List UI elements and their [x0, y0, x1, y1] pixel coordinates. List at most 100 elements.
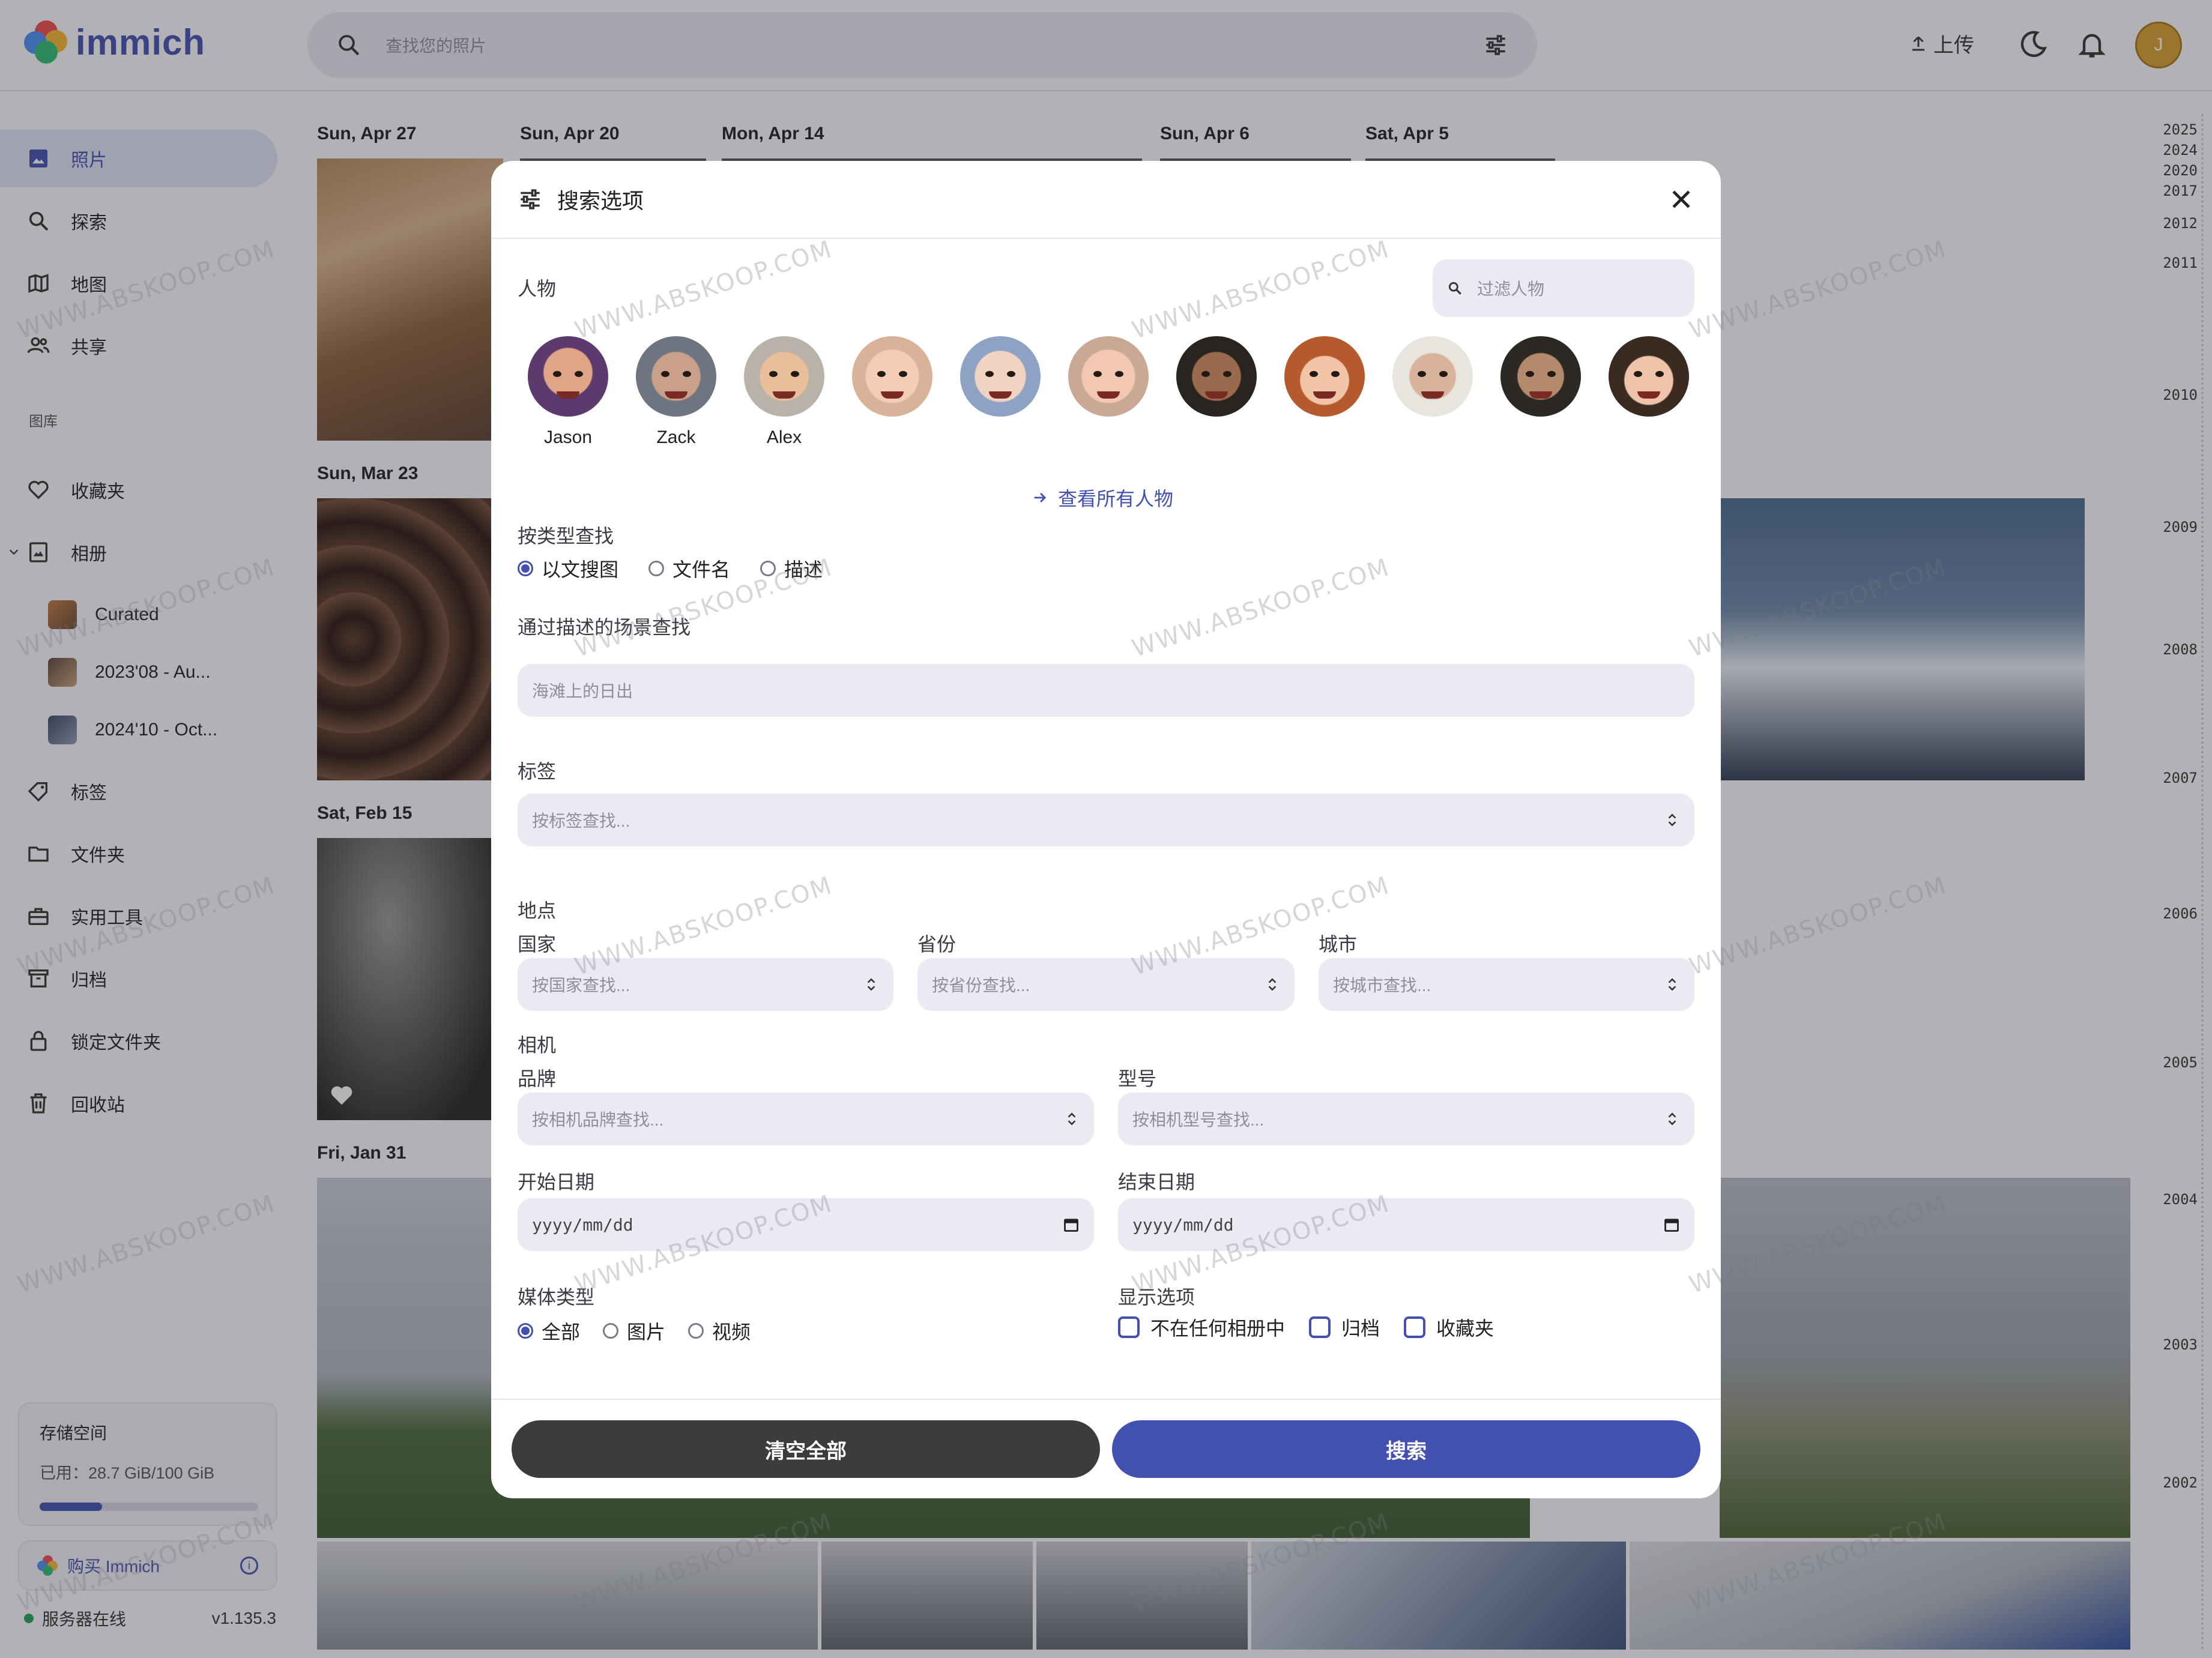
view-all-people-label: 查看所有人物 [1058, 488, 1174, 510]
display-option-archive[interactable]: 归档 [1309, 1313, 1380, 1341]
chevron-up-down-icon [1068, 1112, 1076, 1126]
display-option-not-in-album[interactable]: 不在任何相册中 [1118, 1313, 1285, 1341]
display-options-group: 不在任何相册中 归档 收藏夹 [1118, 1313, 1494, 1341]
dialog-footer: 清空全部 搜索 [491, 1399, 1721, 1498]
tags-label: 标签 [518, 761, 557, 782]
camera-model-label: 型号 [1118, 1068, 1157, 1090]
chevron-up-down-icon [1268, 978, 1277, 991]
radio-label: 图片 [627, 1321, 666, 1343]
search-type-label: 按类型查找 [518, 525, 614, 547]
person-avatar [1068, 336, 1149, 417]
tags-placeholder: 按标签查找... [532, 812, 630, 830]
search-options-dialog: 搜索选项 人物 过滤人物 Jason Zack Alex 查看所有人物 按类型查… [491, 161, 1721, 1498]
state-select[interactable]: 按省份查找... [917, 958, 1295, 1011]
person-name: Alex [766, 427, 802, 447]
location-label: 地点 [518, 900, 557, 921]
person-item[interactable] [1068, 336, 1149, 448]
dialog-header: 搜索选项 [491, 161, 1721, 239]
person-avatar [1176, 336, 1257, 417]
camera-model-select[interactable]: 按相机型号查找... [1118, 1093, 1694, 1145]
person-avatar [852, 336, 932, 417]
person-item[interactable] [959, 336, 1041, 448]
radio-button[interactable] [648, 561, 665, 576]
person-avatar [1500, 336, 1581, 417]
display-option-favorites[interactable]: 收藏夹 [1404, 1313, 1494, 1341]
clear-all-button[interactable]: 清空全部 [512, 1420, 1100, 1478]
media-type-option[interactable]: 全部 [518, 1317, 580, 1345]
search-type-option[interactable]: 文件名 [648, 555, 730, 582]
radio-button[interactable] [518, 1323, 533, 1339]
chevron-up-down-icon [1668, 813, 1676, 827]
city-select[interactable]: 按城市查找... [1319, 958, 1694, 1011]
person-name: Jason [543, 427, 593, 447]
search-button[interactable]: 搜索 [1112, 1420, 1700, 1478]
tags-select[interactable]: 按标签查找... [518, 794, 1694, 846]
person-item[interactable]: Alex [743, 336, 825, 448]
country-label: 国家 [518, 933, 557, 955]
calendar-icon[interactable] [1063, 1216, 1080, 1233]
tune-icon [521, 189, 540, 210]
end-date-input[interactable]: yyyy/mm/dd [1118, 1198, 1694, 1251]
end-date-label: 结束日期 [1118, 1171, 1195, 1193]
person-avatar [1392, 336, 1473, 417]
state-label: 省份 [917, 933, 956, 955]
checkbox-label: 收藏夹 [1436, 1318, 1494, 1339]
person-avatar [744, 336, 824, 417]
arrow-right-icon [1034, 493, 1047, 502]
camera-make-placeholder: 按相机品牌查找... [532, 1111, 664, 1129]
person-avatar [1609, 336, 1689, 417]
search-icon [1448, 282, 1461, 295]
chevron-up-down-icon [1668, 978, 1676, 991]
person-avatar [528, 336, 608, 417]
country-select[interactable]: 按国家查找... [518, 958, 893, 1011]
dialog-title: 搜索选项 [557, 188, 644, 213]
person-item[interactable]: Zack [635, 336, 717, 448]
media-type-option[interactable]: 视频 [688, 1317, 751, 1345]
camera-label: 相机 [518, 1034, 557, 1056]
person-item[interactable] [1176, 336, 1257, 448]
person-item[interactable] [851, 336, 933, 448]
person-item[interactable] [1500, 336, 1582, 448]
checkbox-label: 不在任何相册中 [1150, 1318, 1286, 1339]
state-placeholder: 按省份查找... [932, 976, 1030, 995]
context-search-input[interactable]: 海滩上的日出 [518, 664, 1694, 717]
camera-model-placeholder: 按相机型号查找... [1132, 1111, 1265, 1129]
camera-make-select[interactable]: 按相机品牌查找... [518, 1093, 1094, 1145]
person-item[interactable] [1608, 336, 1690, 448]
person-item[interactable] [1284, 336, 1365, 448]
chevron-up-down-icon [867, 978, 875, 991]
camera-make-label: 品牌 [518, 1068, 557, 1090]
city-placeholder: 按城市查找... [1333, 976, 1431, 995]
radio-button[interactable] [688, 1323, 704, 1339]
context-search-placeholder: 海滩上的日出 [532, 682, 633, 701]
chevron-up-down-icon [1668, 1112, 1676, 1126]
checkbox-label: 归档 [1341, 1318, 1380, 1339]
end-date-placeholder: yyyy/mm/dd [1132, 1214, 1234, 1235]
people-label: 人物 [518, 278, 557, 300]
person-item[interactable]: Jason [527, 336, 609, 448]
search-type-option[interactable]: 以文搜图 [518, 555, 618, 582]
radio-button[interactable] [518, 561, 533, 576]
people-filter-input[interactable]: 过滤人物 [1433, 259, 1694, 317]
checkbox[interactable] [1118, 1316, 1140, 1338]
checkbox[interactable] [1404, 1316, 1426, 1338]
people-list: Jason Zack Alex [527, 336, 1690, 448]
radio-button[interactable] [603, 1323, 619, 1339]
radio-label: 视频 [712, 1321, 751, 1343]
view-all-people-link[interactable]: 查看所有人物 [1032, 484, 1173, 511]
person-avatar [1284, 336, 1365, 417]
radio-label: 全部 [542, 1321, 581, 1343]
start-date-label: 开始日期 [518, 1171, 595, 1193]
media-type-option[interactable]: 图片 [603, 1317, 665, 1345]
media-type-radio-group: 全部 图片 视频 [518, 1317, 751, 1345]
person-avatar [636, 336, 716, 417]
start-date-placeholder: yyyy/mm/dd [532, 1214, 633, 1235]
radio-label: 以文搜图 [542, 559, 619, 580]
calendar-icon[interactable] [1663, 1216, 1680, 1233]
person-name: Zack [656, 427, 696, 447]
checkbox[interactable] [1309, 1316, 1331, 1338]
close-icon[interactable] [1668, 186, 1694, 213]
person-item[interactable] [1392, 336, 1473, 448]
people-filter-placeholder: 过滤人物 [1477, 280, 1545, 298]
person-avatar [960, 336, 1041, 417]
